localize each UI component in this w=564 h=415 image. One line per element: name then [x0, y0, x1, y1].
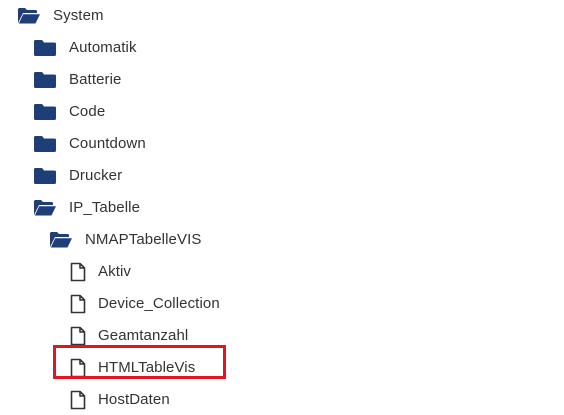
tree-item-drucker[interactable]: Drucker — [33, 164, 122, 188]
folder-open-icon — [17, 6, 41, 26]
tree-item-countdown[interactable]: Countdown — [33, 132, 146, 156]
tree-item-label: Code — [69, 103, 106, 120]
tree-item-label: Batterie — [69, 71, 122, 88]
tree-item-device-collection[interactable]: Device_Collection — [70, 292, 220, 316]
tree-item-label: HTMLTableVis — [98, 359, 196, 376]
folder-open-icon — [33, 198, 57, 218]
tree-item-htmltablevis[interactable]: HTMLTableVis — [70, 356, 195, 380]
tree-item-geamtanzahl[interactable]: Geamtanzahl — [70, 324, 188, 348]
tree-item-label: System — [53, 7, 104, 24]
tree-item-hostdaten[interactable]: HostDaten — [70, 388, 170, 412]
tree-item-label: Device_Collection — [98, 295, 220, 312]
tree-item-label: NMAPTabelleVIS — [85, 231, 202, 248]
file-icon — [70, 294, 86, 314]
tree-item-label: Countdown — [69, 135, 146, 152]
file-icon — [70, 326, 86, 346]
file-icon — [70, 390, 86, 410]
folder-icon — [33, 166, 57, 186]
tree-item-label: IP_Tabelle — [69, 199, 141, 216]
tree-item-label: HostDaten — [98, 391, 170, 408]
folder-icon — [33, 70, 57, 90]
file-icon — [70, 262, 86, 282]
tree-item-automatik[interactable]: Automatik — [33, 36, 137, 60]
tree-item-label: Automatik — [69, 39, 137, 56]
tree-item-batterie[interactable]: Batterie — [33, 68, 122, 92]
tree-item-system[interactable]: System — [17, 4, 104, 28]
folder-icon — [33, 38, 57, 58]
tree-item-ip-tabelle[interactable]: IP_Tabelle — [33, 196, 140, 220]
tree-item-aktiv[interactable]: Aktiv — [70, 260, 131, 284]
tree-item-label: Aktiv — [98, 263, 132, 280]
tree-item-code[interactable]: Code — [33, 100, 105, 124]
tree-item-label: Drucker — [69, 167, 123, 184]
folder-icon — [33, 102, 57, 122]
tree-item-label: Geamtanzahl — [98, 327, 189, 344]
file-icon — [70, 358, 86, 378]
tree-item-nmaptabellevis[interactable]: NMAPTabelleVIS — [49, 228, 201, 252]
folder-open-icon — [49, 230, 73, 250]
folder-icon — [33, 134, 57, 154]
